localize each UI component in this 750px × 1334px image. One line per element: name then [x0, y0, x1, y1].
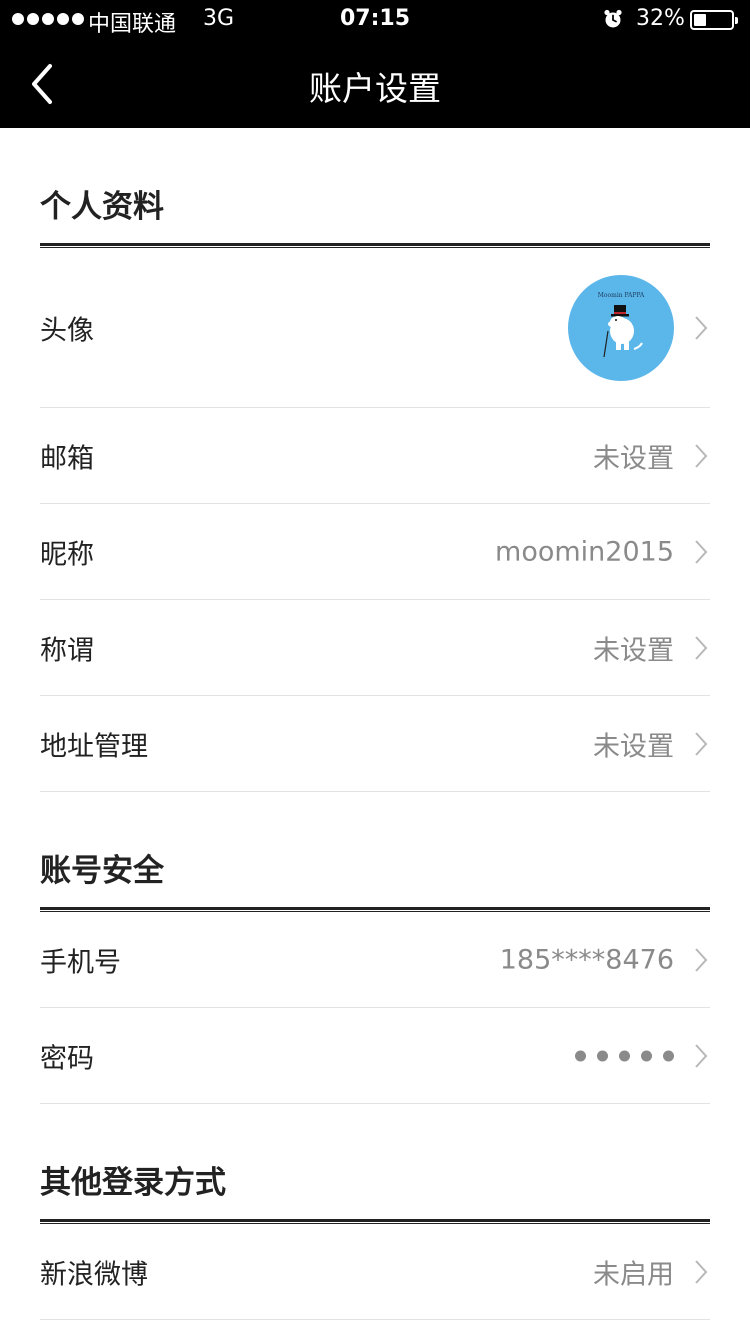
row-label: 地址管理 [40, 731, 148, 762]
row-value: moomin2015 [495, 536, 674, 567]
battery-percent: 32% [636, 6, 685, 31]
row-label: 手机号 [40, 947, 121, 978]
row-email[interactable]: 邮箱 未设置 [40, 408, 710, 504]
row-password[interactable]: 密码 [40, 1008, 710, 1104]
row-label: 头像 [40, 315, 94, 346]
section-header-security: 账号安全 [40, 792, 710, 912]
row-value: 未设置 [593, 443, 674, 474]
row-address[interactable]: 地址管理 未设置 [40, 696, 710, 792]
status-bar: 中国联通 3G 07:15 32% [0, 0, 750, 40]
row-label: 称谓 [40, 635, 94, 666]
password-dot [619, 1050, 630, 1061]
chevron-right-icon [695, 443, 708, 468]
password-dot [575, 1050, 586, 1061]
avatar-caption: Moomin PAPPA [598, 292, 645, 299]
row-phone[interactable]: 手机号 185****8476 [40, 912, 710, 1008]
row-label: 新浪微博 [40, 1259, 148, 1290]
battery-icon [690, 10, 738, 30]
row-value: 未设置 [593, 635, 674, 666]
password-dot [641, 1050, 652, 1061]
chevron-right-icon [695, 947, 708, 972]
row-label: 密码 [40, 1043, 94, 1074]
password-dot [663, 1050, 674, 1061]
alarm-clock-icon [604, 9, 622, 28]
row-label: 昵称 [40, 539, 94, 570]
moomin-avatar-image: Moomin PAPPA [598, 292, 645, 357]
section-header-profile: 个人资料 [40, 128, 710, 248]
section-title: 其他登录方式 [40, 1165, 226, 1201]
row-title[interactable]: 称谓 未设置 [40, 600, 710, 696]
row-value: 185****8476 [499, 944, 674, 975]
row-value: 未设置 [593, 731, 674, 762]
row-avatar[interactable]: 头像 Moomin PAPPA [40, 248, 710, 408]
chevron-right-icon [695, 315, 708, 340]
chevron-right-icon [695, 635, 708, 660]
password-mask [575, 1050, 674, 1061]
row-weibo[interactable]: 新浪微博 未启用 [40, 1224, 710, 1320]
password-dot [597, 1050, 608, 1061]
chevron-right-icon [695, 1043, 708, 1068]
section-header-other-login: 其他登录方式 [40, 1104, 710, 1224]
row-nickname[interactable]: 昵称 moomin2015 [40, 504, 710, 600]
section-title: 账号安全 [40, 853, 164, 889]
chevron-right-icon [695, 1259, 708, 1284]
section-title: 个人资料 [40, 189, 164, 225]
row-label: 邮箱 [40, 443, 94, 474]
avatar: Moomin PAPPA [568, 274, 674, 381]
page-title: 账户设置 [309, 69, 441, 108]
row-value: 未启用 [593, 1259, 674, 1290]
top-bar: 中国联通 3G 07:15 32% 账户设置 [0, 0, 750, 128]
chevron-right-icon [695, 539, 708, 564]
settings-list: 个人资料 头像 Moomin PAPPA 邮箱 未设置 昵称 moomin201… [40, 128, 710, 1320]
chevron-right-icon [695, 731, 708, 756]
